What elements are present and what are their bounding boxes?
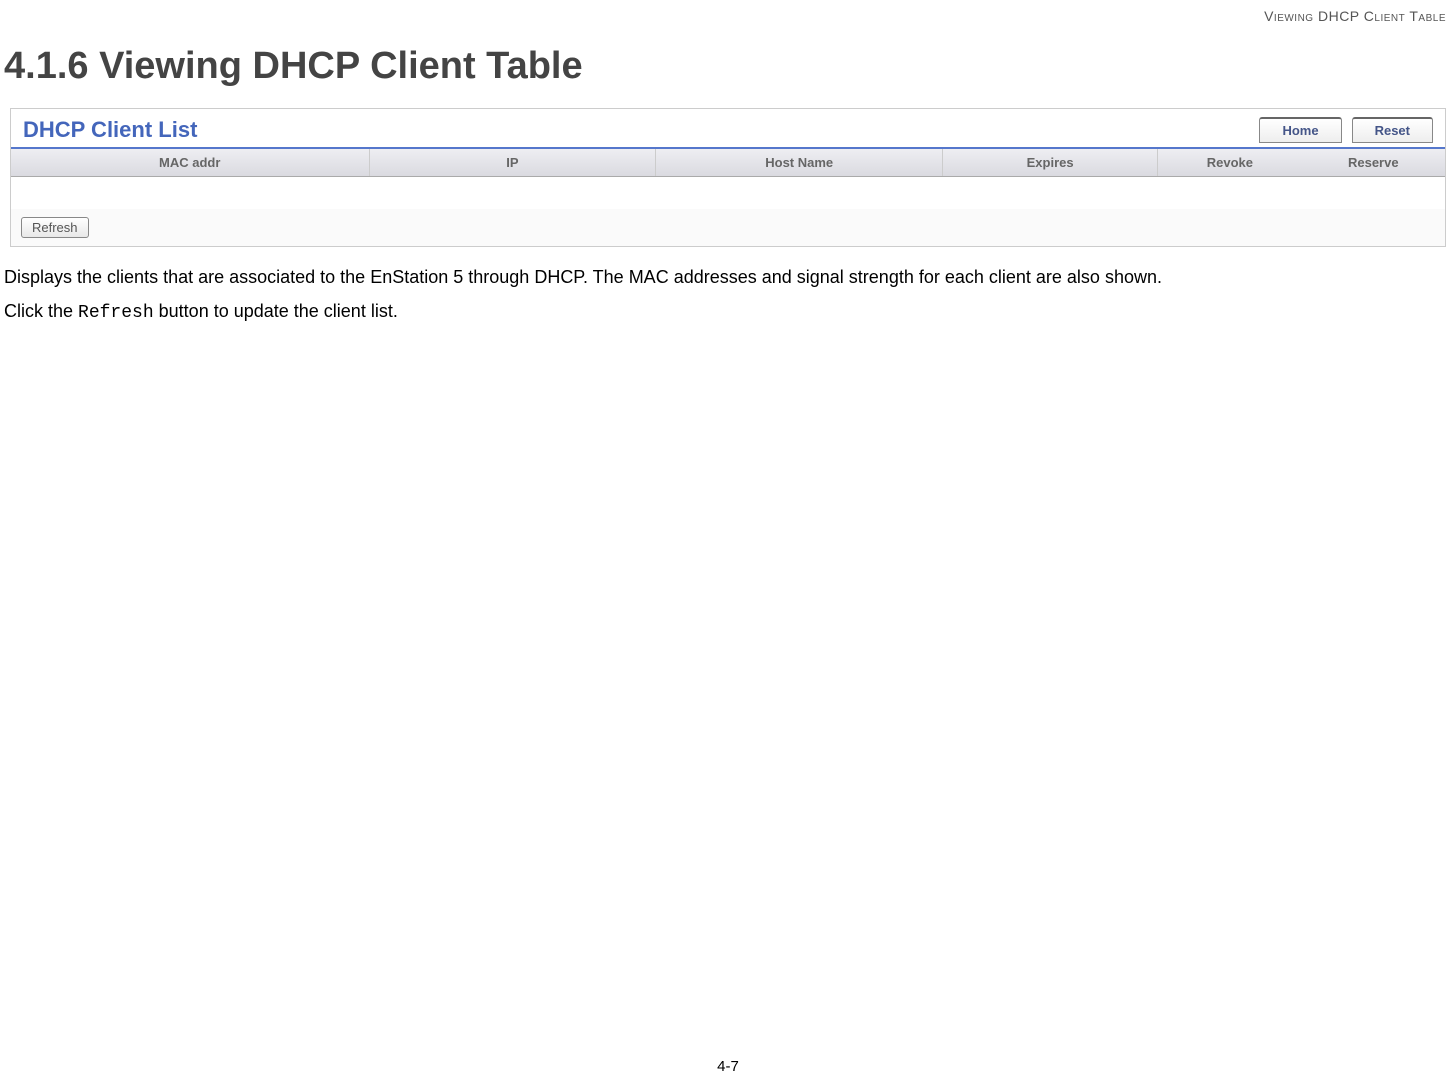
instruction-suffix: button to update the client list. bbox=[154, 301, 398, 321]
column-header-mac: MAC addr bbox=[11, 149, 370, 176]
description-paragraph: Displays the clients that are associated… bbox=[0, 262, 1456, 301]
refresh-button[interactable]: Refresh bbox=[21, 217, 89, 238]
dhcp-panel-screenshot: DHCP Client List Home Reset MAC addr IP … bbox=[10, 108, 1446, 247]
page-number: 4-7 bbox=[717, 1058, 739, 1075]
column-header-reserve: Reserve bbox=[1302, 149, 1445, 176]
column-header-expires: Expires bbox=[943, 149, 1158, 176]
column-header-revoke: Revoke bbox=[1158, 149, 1301, 176]
reset-tab-button[interactable]: Reset bbox=[1352, 117, 1433, 143]
instruction-prefix: Click the bbox=[4, 301, 78, 321]
column-header-host: Host Name bbox=[656, 149, 943, 176]
panel-title: DHCP Client List bbox=[23, 117, 197, 143]
table-body-empty bbox=[11, 177, 1445, 209]
refresh-row: Refresh bbox=[11, 209, 1445, 246]
section-heading: 4.1.6 Viewing DHCP Client Table bbox=[0, 0, 1456, 108]
home-tab-button[interactable]: Home bbox=[1259, 117, 1341, 143]
running-header: Viewing DHCP Client Table bbox=[1264, 8, 1446, 24]
table-header-row: MAC addr IP Host Name Expires Revoke Res… bbox=[11, 149, 1445, 177]
column-header-ip: IP bbox=[370, 149, 657, 176]
instruction-code: Refresh bbox=[78, 303, 154, 323]
panel-header: DHCP Client List Home Reset bbox=[11, 109, 1445, 149]
tab-buttons-group: Home Reset bbox=[1259, 117, 1433, 143]
instruction-paragraph: Click the Refresh button to update the c… bbox=[0, 301, 1456, 323]
